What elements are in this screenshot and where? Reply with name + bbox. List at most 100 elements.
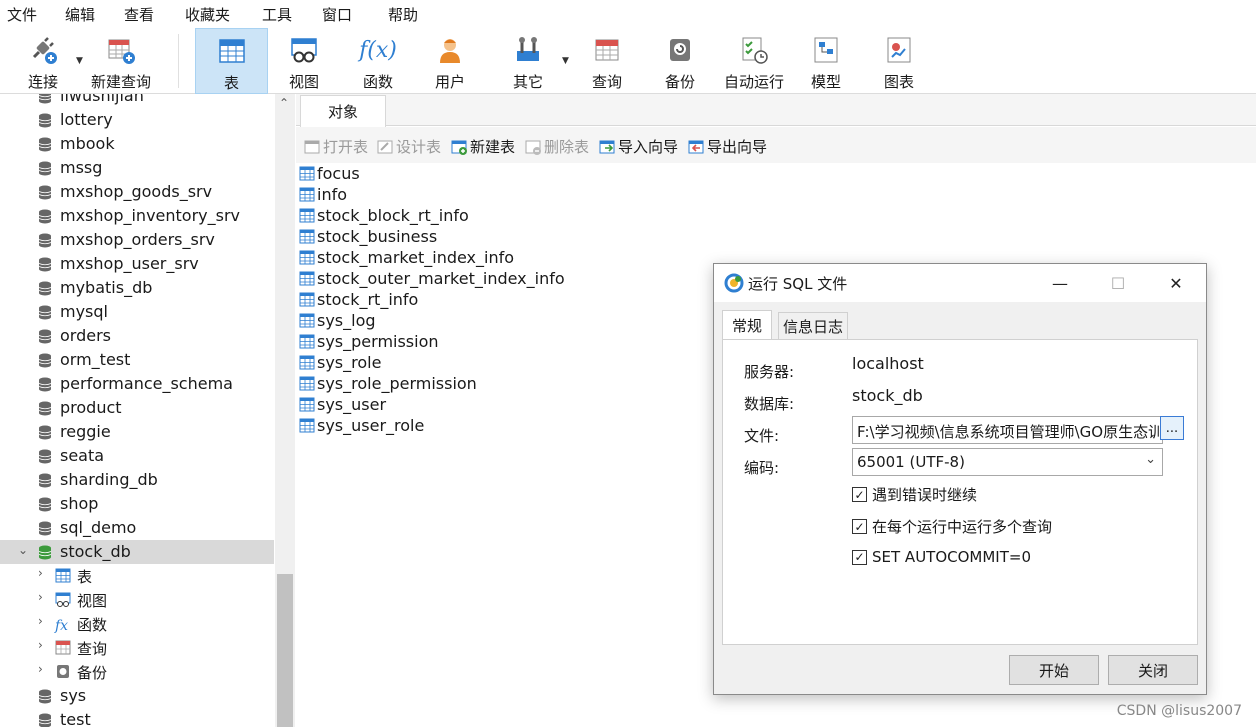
scroll-up-icon[interactable]: ⌃	[279, 96, 289, 110]
maximize-icon[interactable]: ☐	[1104, 270, 1132, 296]
table-item[interactable]: stock_market_index_info	[299, 247, 514, 268]
tree-item-database[interactable]: sys	[0, 684, 274, 708]
new-table-button[interactable]: 新建表	[451, 136, 515, 157]
tree-item-database[interactable]: product	[0, 396, 274, 420]
table-item[interactable]: stock_rt_info	[299, 289, 418, 310]
close-icon[interactable]: ✕	[1162, 270, 1190, 296]
table-name: sys_role	[317, 353, 382, 372]
tree-item-database[interactable]: mybatis_db	[0, 276, 274, 300]
tree-item-database[interactable]: lottery	[0, 108, 274, 132]
encoding-select[interactable]: 65001 (UTF-8) ⌄	[852, 448, 1163, 476]
other-dropdown-icon[interactable]: ▼	[562, 56, 569, 66]
tab-general[interactable]: 常规	[722, 310, 772, 340]
start-button[interactable]: 开始	[1009, 655, 1099, 685]
tree-item-database[interactable]: shop	[0, 492, 274, 516]
chevron-right-icon[interactable]: ›	[38, 566, 43, 580]
menu-favorites[interactable]: 收藏夹	[185, 4, 230, 25]
tree-item-database[interactable]: mssg	[0, 156, 274, 180]
user-button[interactable]: 用户	[422, 28, 478, 94]
new-query-button[interactable]: 新建查询	[88, 28, 154, 94]
tree-item-label: reggie	[60, 422, 111, 441]
tree-item-label: mxshop_user_srv	[60, 254, 199, 273]
table-item[interactable]: sys_user	[299, 394, 386, 415]
table-item[interactable]: sys_role_permission	[299, 373, 477, 394]
export-wizard-button[interactable]: 导出向导	[688, 136, 767, 157]
chart-button[interactable]: 图表	[871, 28, 927, 94]
chevron-right-icon[interactable]: ›	[38, 590, 43, 604]
table-item[interactable]: focus	[299, 163, 360, 184]
chevron-right-icon[interactable]: ›	[38, 662, 43, 676]
encoding-label: 编码:	[744, 459, 780, 477]
tree-item-database[interactable]: mxshop_goods_srv	[0, 180, 274, 204]
connect-button[interactable]: 连接	[14, 28, 72, 94]
tree-item-table[interactable]: › 表	[0, 564, 274, 588]
open-table-icon	[304, 140, 320, 153]
file-path-input[interactable]: F:\学习视频\信息系统项目管理师\GO原生态训	[852, 416, 1163, 444]
table-item[interactable]: sys_role	[299, 352, 381, 373]
tree-item-database[interactable]: sql_demo	[0, 516, 274, 540]
tree-item-database[interactable]: reggie	[0, 420, 274, 444]
import-wizard-button[interactable]: 导入向导	[599, 136, 678, 157]
dialog-title-bar[interactable]: 运行 SQL 文件 — ☐ ✕	[714, 264, 1206, 302]
tree-item-database[interactable]: orm_test	[0, 348, 274, 372]
tree-item-database[interactable]: mysql	[0, 300, 274, 324]
import-icon	[599, 140, 615, 153]
other-button[interactable]: 其它	[500, 28, 556, 94]
menu-tools[interactable]: 工具	[262, 4, 292, 25]
menu-window[interactable]: 窗口	[322, 4, 352, 25]
menu-edit[interactable]: 编辑	[65, 4, 95, 25]
menu-help[interactable]: 帮助	[388, 4, 418, 25]
tree-item-database[interactable]: mbook	[0, 132, 274, 156]
tree-item-database[interactable]: orders	[0, 324, 274, 348]
scrollbar-thumb[interactable]	[277, 574, 293, 727]
close-button[interactable]: 关闭	[1108, 655, 1198, 685]
chevron-right-icon[interactable]: ›	[38, 638, 43, 652]
tree-item-database[interactable]: seata	[0, 444, 274, 468]
tree-item-database[interactable]: mxshop_inventory_srv	[0, 204, 274, 228]
table-item[interactable]: stock_block_rt_info	[299, 205, 469, 226]
tree-item-label: lottery	[60, 110, 113, 129]
database-icon	[38, 449, 52, 468]
open-table-button[interactable]: 打开表	[304, 136, 368, 157]
query-button[interactable]: 查询	[579, 28, 635, 94]
tree-item-database[interactable]: mxshop_user_srv	[0, 252, 274, 276]
tree-item-database[interactable]: test	[0, 708, 274, 727]
tab-objects[interactable]: 对象	[300, 95, 386, 127]
table-item[interactable]: sys_permission	[299, 331, 439, 352]
table-item[interactable]: stock_outer_market_index_info	[299, 268, 565, 289]
menu-view[interactable]: 查看	[124, 4, 154, 25]
table-item[interactable]: info	[299, 184, 347, 205]
table-item[interactable]: stock_business	[299, 226, 437, 247]
delete-table-button[interactable]: 删除表	[525, 136, 589, 157]
tree-item-database[interactable]: mxshop_orders_srv	[0, 228, 274, 252]
chevron-down-icon[interactable]: ⌄	[18, 543, 28, 557]
general-panel: 服务器: localhost 数据库: stock_db 文件: F:\学习视频…	[722, 339, 1198, 645]
tree-item-query[interactable]: › 查询	[0, 636, 274, 660]
design-table-button[interactable]: 设计表	[377, 136, 441, 157]
tree-item-database[interactable]: performance_schema	[0, 372, 274, 396]
multiple-queries-checkbox[interactable]: ✓ 在每个运行中运行多个查询	[852, 516, 1052, 537]
menu-file[interactable]: 文件	[7, 4, 37, 25]
tree-item-database[interactable]: ⌄ stock_db	[0, 540, 274, 564]
autocommit-checkbox[interactable]: ✓ SET AUTOCOMMIT=0	[852, 548, 1031, 566]
connect-dropdown-icon[interactable]: ▼	[76, 56, 83, 66]
tree-item-function[interactable]: › fx 函数	[0, 612, 274, 636]
continue-on-error-checkbox[interactable]: ✓ 遇到错误时继续	[852, 484, 977, 505]
tree-item-database[interactable]: liwushijian	[0, 94, 274, 108]
tree-item-database[interactable]: sharding_db	[0, 468, 274, 492]
tree-item-view[interactable]: › 视图	[0, 588, 274, 612]
function-button[interactable]: f(x) 函数	[350, 28, 406, 94]
table-item[interactable]: sys_user_role	[299, 415, 424, 436]
browse-button[interactable]: ...	[1160, 416, 1184, 440]
minimize-icon[interactable]: —	[1046, 270, 1074, 296]
auto-run-button[interactable]: 自动运行	[720, 28, 788, 94]
table-button[interactable]: 表	[195, 28, 268, 94]
chevron-right-icon[interactable]: ›	[38, 614, 43, 628]
view-button[interactable]: 视图	[276, 28, 332, 94]
tree-scrollbar[interactable]: ⌃	[275, 94, 295, 727]
model-button[interactable]: 模型	[798, 28, 854, 94]
tree-item-backup[interactable]: › 备份	[0, 660, 274, 684]
tab-info-log[interactable]: 信息日志	[778, 312, 848, 339]
table-item[interactable]: sys_log	[299, 310, 376, 331]
backup-button[interactable]: 备份	[652, 28, 708, 94]
